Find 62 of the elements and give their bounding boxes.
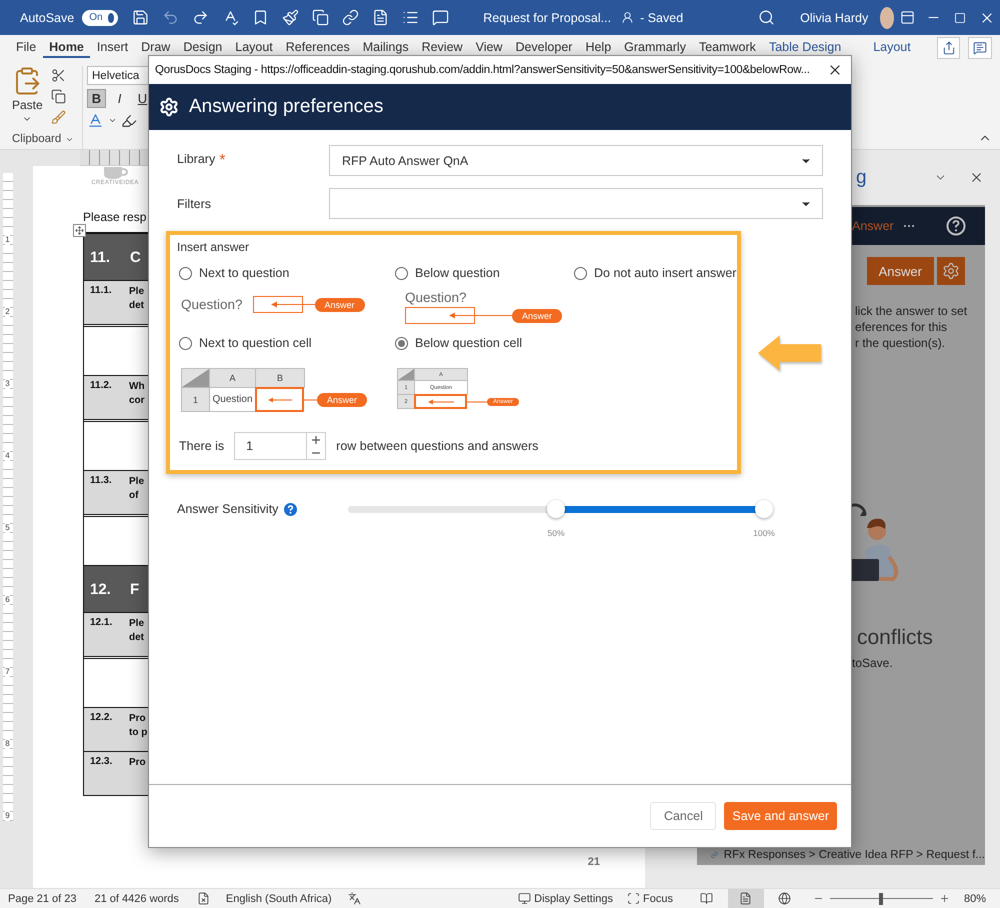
question-number: 12.3. <box>89 755 114 769</box>
question-text: Ple <box>129 285 144 299</box>
ruler-number: 9 <box>5 811 10 821</box>
field-label: Answer Sensitivity <box>177 502 278 516</box>
required-mark: * <box>219 152 226 170</box>
answer-tag: Answer <box>314 298 365 312</box>
ruler-number: 6 <box>5 595 10 605</box>
spinner-suffix: row between questions and answers <box>336 439 538 453</box>
autosave-label: AutoSave <box>20 10 74 24</box>
section-title: Insert answer <box>177 240 250 254</box>
column-header: B <box>255 368 305 388</box>
question-number: 11.2. <box>89 379 113 393</box>
ruler-number: 5 <box>5 523 10 533</box>
field-label: Filters <box>177 196 212 210</box>
help-text: eferences for this <box>855 319 948 335</box>
ruler-number: 2 <box>5 307 10 317</box>
question-label: Question? <box>405 290 468 305</box>
answer-tag: Answer <box>512 308 562 322</box>
group-label: Clipboard <box>12 133 62 145</box>
ruler-number: 4 <box>5 451 10 461</box>
question-text: Ple <box>129 617 144 631</box>
question-text: Wh <box>129 380 145 394</box>
question-text: of <box>129 489 138 503</box>
answer-tag: Answer <box>317 393 368 407</box>
question-number: 12.2. <box>89 711 114 725</box>
help-text: r the question(s). <box>855 335 946 351</box>
column-header: A <box>209 368 256 388</box>
question-text: to p <box>129 726 148 740</box>
question-text: Pro <box>129 756 146 770</box>
spinner-prefix: There is <box>179 439 224 453</box>
dialog-heading: Answering preferences <box>189 96 384 118</box>
pane-title: g <box>856 166 868 188</box>
save-status: - Saved <box>640 10 684 24</box>
question-text: Pro <box>129 712 146 726</box>
ruler-number: 7 <box>5 667 10 677</box>
field-label: Library <box>177 152 216 168</box>
help-text: lick the answer to set <box>855 303 968 319</box>
slider-value: 100% <box>753 528 775 538</box>
question-text: det <box>129 299 144 313</box>
row-header: 1 <box>181 387 210 412</box>
question-text: Ple <box>129 475 144 489</box>
ruler-number: 3 <box>5 379 10 389</box>
ruler-number: 1 <box>5 235 10 245</box>
section-number: 12. <box>89 580 112 600</box>
ruler-number: 8 <box>5 739 10 749</box>
question-label: Question? <box>181 297 243 312</box>
section-number: 11. <box>89 248 112 268</box>
question-text: cor <box>129 394 145 408</box>
page-number: 21 <box>588 856 600 868</box>
question-text: det <box>129 631 144 645</box>
paragraph-text: Please resp <box>83 210 148 224</box>
user-name: Olivia Hardy <box>800 10 868 24</box>
question-number: 11.1. <box>89 284 113 298</box>
question-number: 12.1. <box>89 616 114 630</box>
pane-heading: conflicts <box>856 626 934 650</box>
section-title: F <box>129 580 140 600</box>
question-number: 11.3. <box>89 474 113 488</box>
section-title: C <box>129 248 142 268</box>
slider-value: 50% <box>548 528 564 538</box>
dialog-window-title: QorusDocs Staging - https://officeaddin-staging.qorushub.com/addin.html?answerSensitivity=50&answerSensitivity=100&belowRow... <box>155 64 811 76</box>
document-title: Request for Proposal... <box>483 10 612 24</box>
pane-note: toSave. <box>851 656 894 670</box>
